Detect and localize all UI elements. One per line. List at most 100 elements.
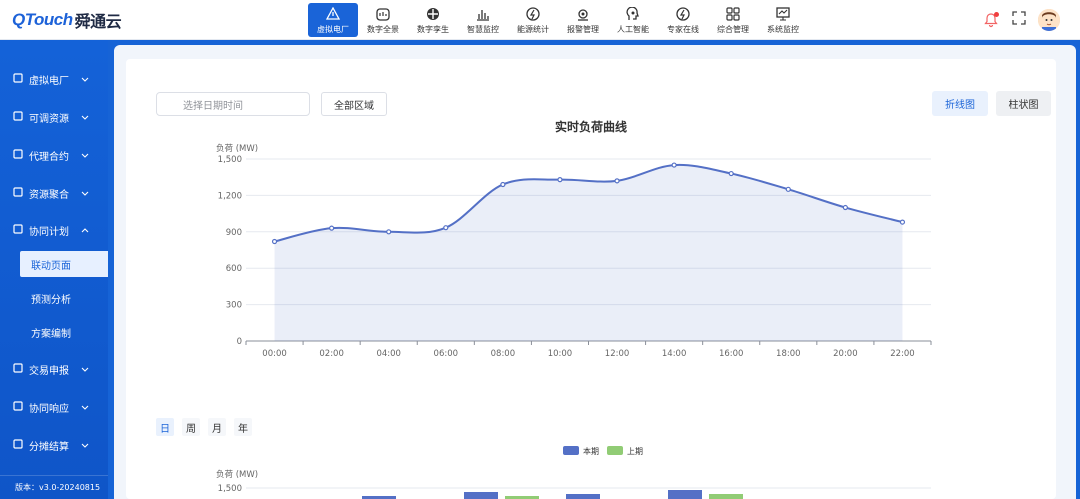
header-actions bbox=[982, 9, 1060, 31]
chevron-icon bbox=[81, 405, 89, 410]
bar-last bbox=[709, 494, 743, 499]
data-point bbox=[443, 225, 449, 231]
sidebar-item-4[interactable]: 协同计划 bbox=[0, 218, 108, 242]
response-icon bbox=[13, 400, 29, 414]
main-content: 选择日期时间 全部区域 折线图 柱状图 实时负荷曲线 负荷 (MW) 0 300 600… bbox=[114, 45, 1076, 499]
sidebar-item-label: 资源聚合 bbox=[29, 189, 69, 201]
nav-item-label: 数字全景 bbox=[367, 25, 399, 34]
sidebar-item-label: 代理合约 bbox=[29, 151, 69, 163]
sidebar-item-2[interactable]: 代理合约 bbox=[0, 143, 108, 167]
logo-cn: 舜通云 bbox=[74, 14, 122, 31]
data-point bbox=[557, 177, 563, 183]
settle-icon bbox=[13, 438, 29, 452]
logo-text: QTouch bbox=[12, 10, 73, 29]
chevron-icon bbox=[81, 367, 89, 372]
legend-label-last: 上期 bbox=[627, 447, 643, 456]
nav-item-9[interactable]: 系统监控 bbox=[758, 3, 808, 37]
sidebar-item-1[interactable]: 可调资源 bbox=[0, 105, 108, 129]
x-tick-label: 06:00 bbox=[434, 349, 459, 359]
load-bar-chart: 本期 上期负荷 (MW) 1,500 bbox=[216, 446, 931, 499]
nav-item-5[interactable]: 报警管理 bbox=[558, 3, 608, 37]
chevron-icon bbox=[81, 443, 89, 448]
x-tick-label: 04:00 bbox=[376, 349, 401, 359]
y-tick-label: 1,500 bbox=[218, 155, 242, 165]
nav-item-3[interactable]: 智慧监控 bbox=[458, 3, 508, 37]
chevron-icon bbox=[81, 77, 89, 82]
digital-panorama-icon bbox=[376, 8, 390, 21]
nav-item-8[interactable]: 综合管理 bbox=[708, 3, 758, 37]
nav-item-label: 报警管理 bbox=[567, 25, 599, 34]
nav-item-6[interactable]: 人工智能 bbox=[608, 3, 658, 37]
system-monitor-icon bbox=[776, 7, 790, 21]
legend-swatch-current bbox=[563, 446, 579, 455]
bar-current bbox=[668, 490, 702, 499]
data-point bbox=[785, 186, 791, 192]
plant-icon bbox=[13, 72, 29, 86]
y-tick-label: 1,500 bbox=[218, 484, 242, 494]
nav-item-label: 虚拟电厂 bbox=[317, 25, 349, 34]
x-tick-label: 02:00 bbox=[319, 349, 344, 359]
data-point bbox=[614, 178, 620, 184]
y-tick-label: 600 bbox=[226, 264, 242, 274]
x-tick-label: 16:00 bbox=[719, 349, 744, 359]
chevron-icon bbox=[81, 191, 89, 196]
nav-item-label: 专家在线 bbox=[667, 25, 699, 34]
sidebar-item-0[interactable]: 虚拟电厂 bbox=[0, 67, 108, 91]
main-nav: 虚拟电厂 数字全景 数字孪生 智慧监控 能源统计 报警管理 人工智能 专家在线 综合管理 系统监控 bbox=[308, 3, 808, 39]
nav-item-4[interactable]: 能源统计 bbox=[508, 3, 558, 37]
brand-logo[interactable]: QTouch 舜通云 bbox=[12, 10, 122, 31]
sidebar-subitem-2[interactable]: 方案编制 bbox=[20, 319, 108, 345]
x-tick-label: 14:00 bbox=[662, 349, 687, 359]
digital-twin-icon bbox=[427, 8, 439, 20]
sidebar-item-label: 协同计划 bbox=[29, 226, 69, 238]
nav-item-7[interactable]: 专家在线 bbox=[658, 3, 708, 37]
sidebar-subitem-1[interactable]: 预测分析 bbox=[20, 285, 108, 311]
smart-monitor-icon bbox=[477, 10, 489, 21]
chevron-icon bbox=[81, 153, 89, 158]
sidebar-item-3[interactable]: 资源聚合 bbox=[0, 181, 108, 205]
top-header: QTouch 舜通云 虚拟电厂 数字全景 数字孪生 智慧监控 能源统计 报警管理 人工智能 专… bbox=[0, 0, 1080, 40]
plan-icon bbox=[13, 223, 29, 237]
chart-title: 实时负荷曲线 bbox=[555, 119, 627, 134]
sidebar: 版本：v3.0-20240815 虚拟电厂可调资源代理合约资源聚合协同计划交易申… bbox=[0, 40, 108, 499]
sidebar-item-label: 可调资源 bbox=[29, 113, 69, 125]
sidebar-item-5[interactable]: 交易申报 bbox=[0, 357, 108, 381]
data-point bbox=[842, 204, 848, 211]
nav-item-0[interactable]: 虚拟电厂 bbox=[308, 3, 358, 37]
user-avatar[interactable] bbox=[1038, 9, 1060, 31]
resource-icon bbox=[13, 110, 29, 124]
nav-item-2[interactable]: 数字孪生 bbox=[408, 3, 458, 37]
nav-item-label: 能源统计 bbox=[517, 25, 549, 34]
y-axis-label: 负荷 (MW) bbox=[216, 469, 258, 480]
sidebar-item-7[interactable]: 分摊结算 bbox=[0, 433, 108, 457]
grid-manage-icon bbox=[726, 7, 740, 21]
fullscreen-icon[interactable] bbox=[1012, 10, 1026, 30]
nav-item-label: 智慧监控 bbox=[467, 25, 499, 34]
load-line-chart: 实时负荷曲线负荷 (MW) 0 300 600 900 1,200 1,500 00:00 02… bbox=[216, 119, 932, 359]
cart-icon bbox=[13, 148, 29, 162]
aggregate-icon bbox=[13, 186, 29, 200]
energy-stats-icon bbox=[526, 7, 540, 21]
x-tick-label: 10:00 bbox=[548, 349, 573, 359]
content-card: 选择日期时间 全部区域 折线图 柱状图 实时负荷曲线 负荷 (MW) 0 300 600… bbox=[126, 59, 1056, 499]
data-point bbox=[671, 162, 677, 168]
sidebar-item-6[interactable]: 协同响应 bbox=[0, 395, 108, 419]
y-tick-label: 300 bbox=[226, 301, 242, 311]
notification-bell-icon[interactable] bbox=[982, 11, 1000, 29]
power-plant-icon bbox=[325, 7, 341, 20]
nav-item-1[interactable]: 数字全景 bbox=[358, 3, 408, 37]
version-label: 版本：v3.0-20240815 bbox=[0, 475, 108, 499]
x-tick-label: 22:00 bbox=[890, 349, 915, 359]
nav-item-label: 综合管理 bbox=[717, 25, 749, 34]
x-tick-label: 20:00 bbox=[833, 349, 858, 359]
data-point bbox=[899, 219, 906, 225]
legend-swatch-last bbox=[607, 446, 623, 455]
y-tick-label: 900 bbox=[226, 228, 242, 238]
sidebar-item-label: 虚拟电厂 bbox=[29, 75, 69, 87]
nav-item-label: 人工智能 bbox=[617, 25, 649, 34]
x-tick-label: 00:00 bbox=[262, 349, 287, 359]
y-axis-label: 负荷 (MW) bbox=[216, 143, 258, 154]
data-point bbox=[386, 229, 392, 235]
sidebar-item-label: 交易申报 bbox=[29, 365, 69, 377]
sidebar-subitem-0[interactable]: 联动页面 bbox=[20, 251, 108, 277]
